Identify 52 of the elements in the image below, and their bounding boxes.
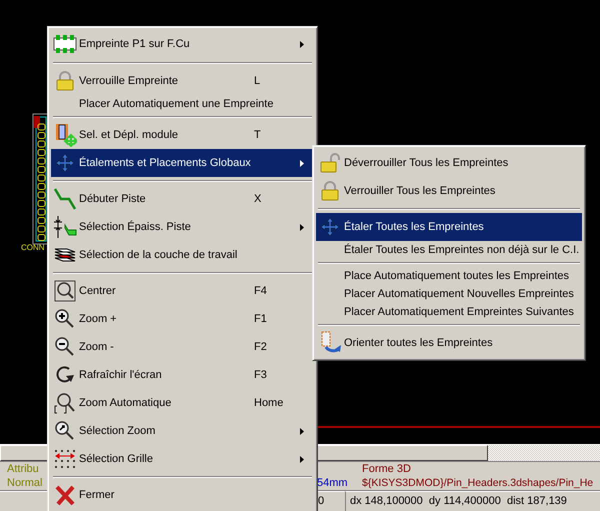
menu-item[interactable]: Étaler Toutes les Empreintes non déjà sur le C.I. — [316, 241, 582, 259]
menu-item[interactable]: Sel. et Dépl. module T — [51, 121, 314, 149]
zoom-fit-icon — [54, 392, 76, 414]
zoom-select-icon — [54, 420, 76, 442]
submenu-arrow-icon — [300, 160, 304, 166]
menu-item[interactable]: Placer Automatiquement Empreintes Suivantes — [316, 303, 582, 321]
menu-item[interactable]: Fermer — [51, 481, 314, 509]
menu-item[interactable]: Débuter Piste X — [51, 185, 314, 213]
menu-item[interactable]: Zoom + F1 — [51, 305, 314, 333]
menu-item[interactable]: Verrouille Empreinte L — [51, 67, 314, 95]
menu-item[interactable]: Centrer F4 — [51, 277, 314, 305]
menu-item[interactable]: Placer Automatiquement Nouvelles Empreintes — [316, 285, 582, 303]
submenu-arrow-icon — [300, 456, 304, 462]
status-field: dx 148,100000 dy 114,400000 dist 187,139 — [345, 491, 600, 511]
message-value: 54mm — [317, 476, 348, 490]
menu-item[interactable]: Étaler Toutes les Empreintes — [316, 213, 582, 241]
zoom-out-icon — [54, 336, 76, 358]
close-icon — [54, 484, 76, 506]
menu-item[interactable]: Orienter toutes les Empreintes — [316, 329, 582, 357]
menu-item[interactable]: Sélection Épaiss. Piste — [51, 213, 314, 241]
magnifier-icon — [54, 280, 76, 302]
track-icon — [53, 187, 77, 211]
menu-item[interactable]: Étalements et Placements Globaux — [51, 149, 314, 177]
submenu-arrow-icon — [300, 428, 304, 434]
message-title: Attribu — [7, 462, 39, 476]
open-padlock-icon — [320, 153, 340, 173]
menu-item[interactable]: Déverrouiller Tous les Empreintes — [316, 149, 582, 177]
menu-item[interactable]: Sélection Grille — [51, 445, 314, 473]
menu-item[interactable]: Place Automatiquement toutes les Empreintes — [316, 267, 582, 285]
message-value: Normal — [7, 476, 42, 490]
menu-item[interactable]: Rafraîchir l'écran F3 — [51, 361, 314, 389]
menu-item[interactable]: Zoom - F2 — [51, 333, 314, 361]
menu-item[interactable]: Empreinte P1 sur F.Cu — [51, 29, 314, 59]
chip-icon — [52, 34, 78, 54]
padlock-icon — [320, 181, 340, 201]
submenu-arrow-icon — [300, 40, 304, 48]
menu-item[interactable]: Verrouiller Tous les Empreintes — [316, 177, 582, 205]
move-arrows-icon — [55, 153, 75, 173]
menu-item[interactable]: Placer Automatiquement une Empreinte — [51, 95, 314, 113]
menu-item[interactable]: Zoom Automatique Home — [51, 389, 314, 417]
message-title: Forme 3D — [362, 462, 411, 476]
submenu-arrow-icon — [300, 224, 304, 230]
track-width-icon — [53, 215, 77, 239]
menu-item[interactable]: Sélection Zoom — [51, 417, 314, 445]
menu-item[interactable]: Sélection de la couche de travail — [51, 241, 314, 269]
message-value: ${KISYS3DMOD}/Pin_Headers.3dshapes/Pin_He — [362, 476, 594, 490]
padlock-icon — [55, 71, 75, 91]
zoom-in-icon — [54, 308, 76, 330]
grid-icon — [54, 448, 76, 470]
move-arrows-icon — [320, 217, 340, 237]
component-label: CONN — [21, 243, 45, 252]
module-move-icon — [53, 123, 77, 147]
